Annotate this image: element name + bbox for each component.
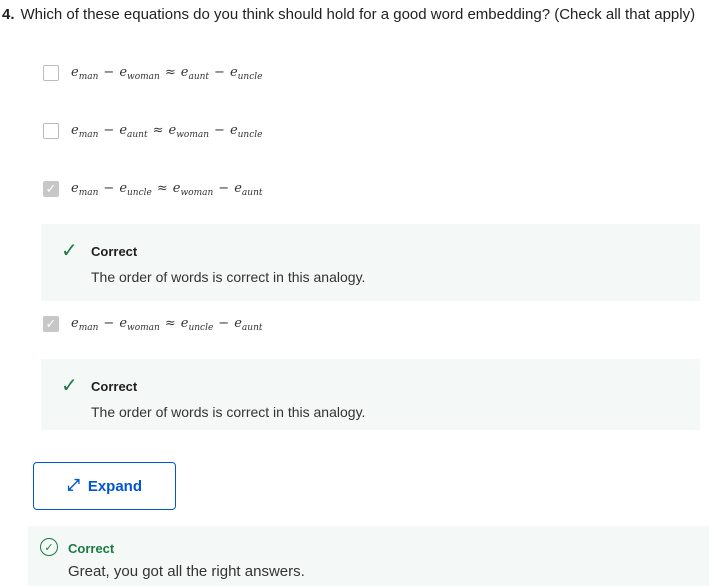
check-icon: ✓ <box>45 181 57 196</box>
result-message: Great, you got all the right answers. <box>68 563 305 580</box>
e-symbol: e <box>71 180 79 196</box>
term-subscript: aunt <box>241 187 263 198</box>
embedding-term: eaunt <box>234 315 263 333</box>
term-subscript: woman <box>180 187 214 198</box>
embedding-term: euncle <box>119 180 152 198</box>
embedding-term: ewoman <box>119 315 160 333</box>
feedback-title: Correct <box>91 379 138 394</box>
check-icon: ✓ <box>61 240 78 262</box>
expand-label: Expand <box>87 477 142 495</box>
term-subscript: man <box>78 322 99 333</box>
operator: − <box>214 64 225 80</box>
term-subscript: uncle <box>237 71 263 82</box>
operator: ≈ <box>152 122 164 138</box>
equation: eman − euncle ≈ ewoman − eaunt <box>71 181 262 198</box>
answer-option[interactable]: eman − ewoman ≈ eaunt − euncle <box>43 63 262 83</box>
embedding-term: euncle <box>229 64 263 82</box>
embedding-term: eman <box>71 315 99 333</box>
answer-option[interactable]: ✓ eman − euncle ≈ ewoman − eaunt <box>43 179 262 199</box>
question: 4. Which of these equations do you think … <box>2 6 695 23</box>
feedback-message: The order of words is correct in this an… <box>91 404 366 420</box>
e-symbol: e <box>119 315 128 331</box>
e-symbol: e <box>234 315 242 331</box>
embedding-term: ewoman <box>119 64 160 82</box>
check-circle-icon: ✓ <box>40 538 58 556</box>
embedding-term: eman <box>71 180 99 198</box>
term-subscript: aunt <box>241 322 263 333</box>
term-subscript: uncle <box>188 322 214 333</box>
expand-button[interactable]: ⤢ Expand <box>33 462 176 510</box>
e-symbol: e <box>119 180 128 196</box>
equation: eman − ewoman ≈ euncle − eaunt <box>71 316 262 333</box>
operator: ≈ <box>164 315 176 331</box>
question-number: 4. <box>2 6 15 23</box>
operator: − <box>214 122 225 138</box>
term-subscript: man <box>78 129 99 140</box>
term-subscript: uncle <box>237 129 263 140</box>
embedding-term: eaunt <box>181 65 210 82</box>
operator: ≈ <box>164 64 176 80</box>
e-symbol: e <box>71 64 79 80</box>
answer-option[interactable]: eman − eaunt ≈ ewoman − euncle <box>43 121 262 141</box>
operator: − <box>218 315 230 331</box>
check-icon: ✓ <box>61 375 78 397</box>
result-title: Correct <box>68 541 115 556</box>
check-icon: ✓ <box>45 316 57 331</box>
result-box: ✓ Correct Great, you got all the right a… <box>28 526 709 586</box>
embedding-term: euncle <box>181 316 214 333</box>
feedback-title: Correct <box>91 244 138 259</box>
operator: − <box>103 64 115 80</box>
e-symbol: e <box>229 64 238 80</box>
e-symbol: e <box>71 315 79 331</box>
operator: − <box>218 180 230 196</box>
checkbox[interactable] <box>43 65 59 81</box>
term-subscript: man <box>78 187 99 198</box>
term-subscript: aunt <box>127 129 148 140</box>
e-symbol: e <box>71 122 79 138</box>
e-symbol: e <box>119 122 128 138</box>
embedding-term: eman <box>71 64 99 82</box>
term-subscript: man <box>78 71 99 82</box>
answer-option[interactable]: ✓ eman − ewoman ≈ euncle − eaunt <box>43 314 262 334</box>
checkbox[interactable]: ✓ <box>43 316 59 332</box>
embedding-term: ewoman <box>173 181 214 198</box>
operator: ≈ <box>156 180 168 196</box>
term-subscript: aunt <box>188 71 210 82</box>
checkbox[interactable] <box>43 123 59 139</box>
e-symbol: e <box>119 64 128 80</box>
term-subscript: woman <box>127 71 160 82</box>
embedding-term: euncle <box>229 122 263 140</box>
expand-icon: ⤢ <box>67 477 80 494</box>
embedding-term: ewoman <box>169 123 210 140</box>
operator: − <box>103 122 115 138</box>
feedback-box: ✓ Correct The order of words is correct … <box>41 224 700 301</box>
embedding-term: eaunt <box>119 122 148 140</box>
term-subscript: uncle <box>127 187 152 198</box>
checkbox[interactable]: ✓ <box>43 181 59 197</box>
term-subscript: woman <box>127 322 160 333</box>
operator: − <box>103 315 115 331</box>
feedback-box: ✓ Correct The order of words is correct … <box>41 359 700 430</box>
embedding-term: eman <box>71 122 99 140</box>
e-symbol: e <box>234 180 242 196</box>
operator: − <box>103 180 115 196</box>
term-subscript: woman <box>176 129 210 140</box>
embedding-term: eaunt <box>234 180 263 198</box>
feedback-message: The order of words is correct in this an… <box>91 269 366 285</box>
equation: eman − ewoman ≈ eaunt − euncle <box>71 65 262 82</box>
equation: eman − eaunt ≈ ewoman − euncle <box>71 123 262 140</box>
e-symbol: e <box>229 122 238 138</box>
question-text: Which of these equations do you think sh… <box>20 6 696 23</box>
